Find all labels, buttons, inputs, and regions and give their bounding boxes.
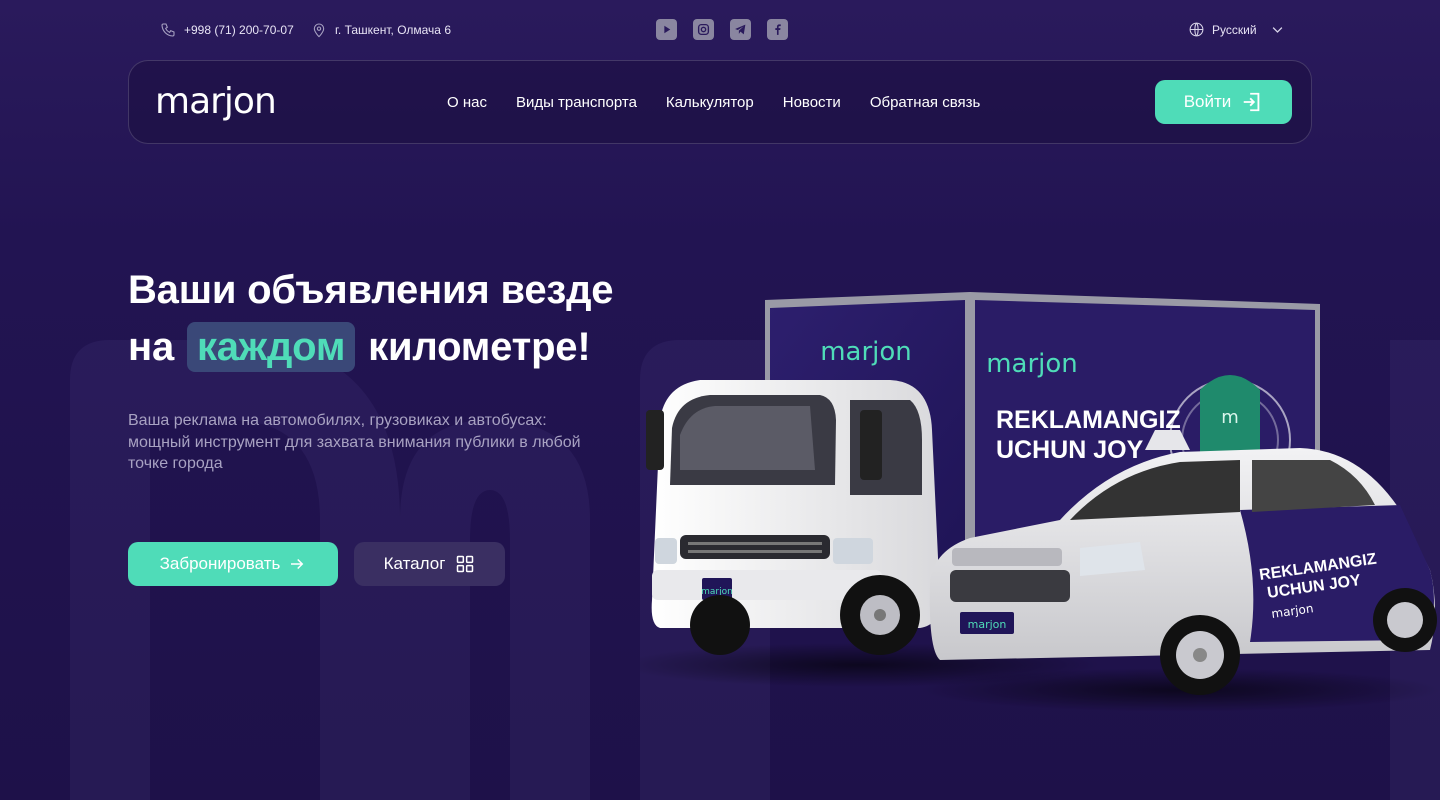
youtube-icon[interactable] (656, 19, 677, 40)
login-label: Войти (1183, 92, 1232, 111)
main-header: marjon О нас Виды транспорта Калькулятор… (128, 60, 1312, 144)
hero-title-highlight: каждом (186, 322, 356, 372)
nav-about[interactable]: О нас (447, 94, 487, 111)
nav-transport-types[interactable]: Виды транспорта (516, 94, 637, 111)
phone-number[interactable]: +998 (71) 200-70-07 (184, 23, 294, 37)
truck-side-logo: marjon (820, 337, 912, 367)
language-label: Русский (1212, 22, 1257, 37)
truck-slogan-line1: REKLAMANGIZ (996, 406, 1181, 434)
logo[interactable]: marjon (155, 81, 277, 122)
address-contact: г. Ташкент, Олмача 6 (311, 22, 451, 38)
car-plate-logo: marjon (968, 618, 1007, 631)
nav-calculator[interactable]: Калькулятор (666, 94, 754, 111)
hero-title-post: километре! (368, 325, 591, 369)
svg-text:m: m (1221, 407, 1239, 428)
instagram-icon[interactable] (693, 19, 714, 40)
hero-description: Ваша реклама на автомобилях, грузовиках … (128, 412, 581, 472)
arrow-right-icon (291, 558, 304, 570)
hero-title: Ваши объявления везде на каждом километр… (128, 262, 614, 376)
truck-box-logo: marjon (986, 349, 1078, 379)
social-links (656, 19, 788, 40)
grid-icon (457, 555, 474, 573)
book-button[interactable]: Забронировать (128, 542, 338, 586)
phone-contact[interactable]: +998 (71) 200-70-07 (160, 22, 294, 38)
truck-slogan-line2: UCHUN JOY (996, 436, 1144, 464)
location-pin-icon (313, 23, 325, 38)
nav-news[interactable]: Новости (783, 94, 841, 111)
address-text: г. Ташкент, Олмача 6 (335, 23, 451, 37)
top-bar: +998 (71) 200-70-07 г. Ташкент, Олмача 6… (0, 0, 1440, 60)
main-nav: О нас Виды транспорта Калькулятор Новост… (447, 94, 980, 111)
phone-icon (161, 23, 175, 37)
login-button[interactable]: Войти (1155, 80, 1292, 124)
vehicles-illustration: m marjon marjon REKLAMANGIZ UCHUN JOY ma… (640, 292, 1440, 712)
nav-feedback[interactable]: Обратная связь (870, 94, 981, 111)
hero-title-pre: на (128, 325, 175, 369)
facebook-icon[interactable] (767, 19, 788, 40)
language-selector[interactable]: Русский (1188, 21, 1285, 38)
login-icon (1244, 92, 1260, 112)
globe-icon (1189, 22, 1204, 37)
book-label: Забронировать (159, 554, 281, 573)
catalog-button[interactable]: Каталог (354, 542, 505, 586)
hero-title-line1: Ваши объявления везде (128, 268, 614, 312)
telegram-icon[interactable] (730, 19, 751, 40)
catalog-label: Каталог (383, 554, 446, 573)
chevron-down-icon (1272, 27, 1282, 33)
